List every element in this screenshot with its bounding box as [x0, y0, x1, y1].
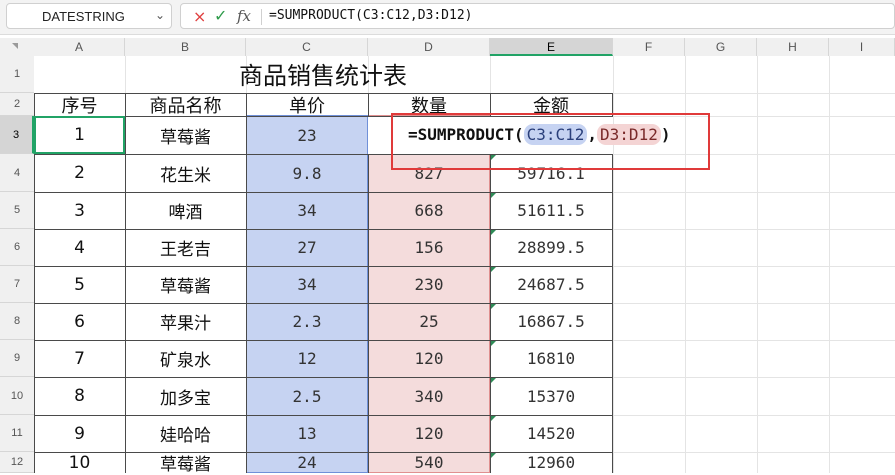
cell-index[interactable]: 5 [34, 266, 125, 303]
accept-icon[interactable]: ✓ [214, 6, 227, 25]
cell-amount[interactable]: 24687.5 [490, 266, 612, 303]
error-indicator-icon [491, 267, 496, 272]
name-box-value: DATESTRING [42, 9, 125, 24]
cell-quantity[interactable]: 668 [368, 192, 490, 229]
cell-price[interactable]: 27 [246, 229, 368, 266]
function-icon[interactable]: fx [237, 7, 251, 25]
error-indicator-icon [491, 193, 496, 198]
row-header-8[interactable]: 8 [0, 303, 34, 340]
column-header-d[interactable]: D [368, 38, 490, 56]
cell-amount[interactable]: 15370 [490, 377, 612, 415]
column-header-g[interactable]: G [685, 38, 757, 56]
cell-index[interactable]: 10 [34, 452, 125, 473]
cell-product[interactable]: 草莓酱 [125, 116, 246, 154]
cell-amount[interactable]: 28899.5 [490, 229, 612, 266]
formula-toolbar: DATESTRING ⌄ × ✓ fx =SUMPRODUCT(C3:C12,D… [0, 0, 895, 35]
cell-amount[interactable]: 51611.5 [490, 192, 612, 229]
cell-product[interactable]: 王老吉 [125, 229, 246, 266]
error-indicator-icon [491, 341, 496, 346]
cancel-icon[interactable]: × [193, 7, 206, 26]
cell-price[interactable]: 34 [246, 266, 368, 303]
cell-quantity[interactable]: 340 [368, 377, 490, 415]
cell-product[interactable]: 啤酒 [125, 192, 246, 229]
cell-price[interactable]: 9.8 [246, 154, 368, 192]
error-indicator-icon [491, 378, 496, 383]
cell-product[interactable]: 花生米 [125, 154, 246, 192]
formula-bar-divider [261, 9, 262, 25]
cell-quantity[interactable]: 230 [368, 266, 490, 303]
error-indicator-icon [491, 304, 496, 309]
error-indicator-icon [491, 416, 496, 421]
row-header-2[interactable]: 2 [0, 93, 34, 116]
header-cell-product[interactable]: 商品名称 [125, 93, 246, 117]
row-header-9[interactable]: 9 [0, 340, 34, 377]
cell-amount[interactable]: 16867.5 [490, 303, 612, 340]
cell-quantity[interactable]: 540 [368, 452, 490, 473]
header-cell-index[interactable]: 序号 [34, 93, 125, 117]
column-header-i[interactable]: I [829, 38, 895, 56]
cell-product[interactable]: 娃哈哈 [125, 415, 246, 452]
cell-price[interactable]: 12 [246, 340, 368, 377]
active-cell-outline [34, 116, 125, 154]
header-cell-price[interactable]: 单价 [246, 93, 368, 117]
cell-product[interactable]: 苹果汁 [125, 303, 246, 340]
formula-bar[interactable]: × ✓ fx =SUMPRODUCT(C3:C12,D3:D12) [180, 3, 895, 29]
cell-index[interactable]: 2 [34, 154, 125, 192]
select-all-triangle-icon [12, 43, 18, 49]
column-header-b[interactable]: B [125, 38, 246, 56]
sheet-title[interactable]: 商品销售统计表 [34, 57, 612, 93]
cell-price[interactable]: 24 [246, 452, 368, 473]
chevron-down-icon[interactable]: ⌄ [155, 8, 165, 22]
cell-quantity[interactable]: 156 [368, 229, 490, 266]
row-header-10[interactable]: 10 [0, 377, 34, 415]
error-indicator-icon [491, 230, 496, 235]
cell-amount[interactable]: 16810 [490, 340, 612, 377]
row-header-1[interactable]: 1 [0, 56, 34, 93]
column-header-a[interactable]: A [34, 38, 125, 56]
cell-quantity[interactable]: 120 [368, 415, 490, 452]
cell-price[interactable]: 23 [246, 116, 368, 154]
formula-input[interactable]: =SUMPRODUCT(C3:C12,D3:D12) [269, 8, 473, 23]
row-header-5[interactable]: 5 [0, 192, 34, 229]
row-header-3[interactable]: 3 [0, 116, 34, 154]
name-box[interactable]: DATESTRING ⌄ [6, 3, 172, 29]
cell-quantity[interactable]: 25 [368, 303, 490, 340]
cell-index[interactable]: 9 [34, 415, 125, 452]
cell-amount[interactable]: 12960 [490, 452, 612, 473]
row-header-12[interactable]: 12 [0, 452, 34, 473]
cell-product[interactable]: 矿泉水 [125, 340, 246, 377]
column-header-h[interactable]: H [757, 38, 829, 56]
annotation-highlight-box [391, 113, 710, 170]
cell-price[interactable]: 13 [246, 415, 368, 452]
gridline [757, 56, 758, 473]
cell-index[interactable]: 8 [34, 377, 125, 415]
cell-amount[interactable]: 14520 [490, 415, 612, 452]
row-header-4[interactable]: 4 [0, 154, 34, 192]
cell-index[interactable]: 3 [34, 192, 125, 229]
column-header-e[interactable]: E [490, 38, 613, 56]
cell-price[interactable]: 2.3 [246, 303, 368, 340]
cell-index[interactable]: 6 [34, 303, 125, 340]
cell-price[interactable]: 34 [246, 192, 368, 229]
cell-product[interactable]: 草莓酱 [125, 266, 246, 303]
row-header-11[interactable]: 11 [0, 415, 34, 452]
cell-quantity[interactable]: 120 [368, 340, 490, 377]
cell-product[interactable]: 加多宝 [125, 377, 246, 415]
error-indicator-icon [491, 453, 496, 458]
column-header-f[interactable]: F [613, 38, 685, 56]
gridline [829, 56, 830, 473]
cell-price[interactable]: 2.5 [246, 377, 368, 415]
cell-index[interactable]: 7 [34, 340, 125, 377]
row-header-7[interactable]: 7 [0, 266, 34, 303]
column-header-c[interactable]: C [246, 38, 368, 56]
row-header-6[interactable]: 6 [0, 229, 34, 266]
cell-product[interactable]: 草莓酱 [125, 452, 246, 475]
cell-index[interactable]: 4 [34, 229, 125, 266]
